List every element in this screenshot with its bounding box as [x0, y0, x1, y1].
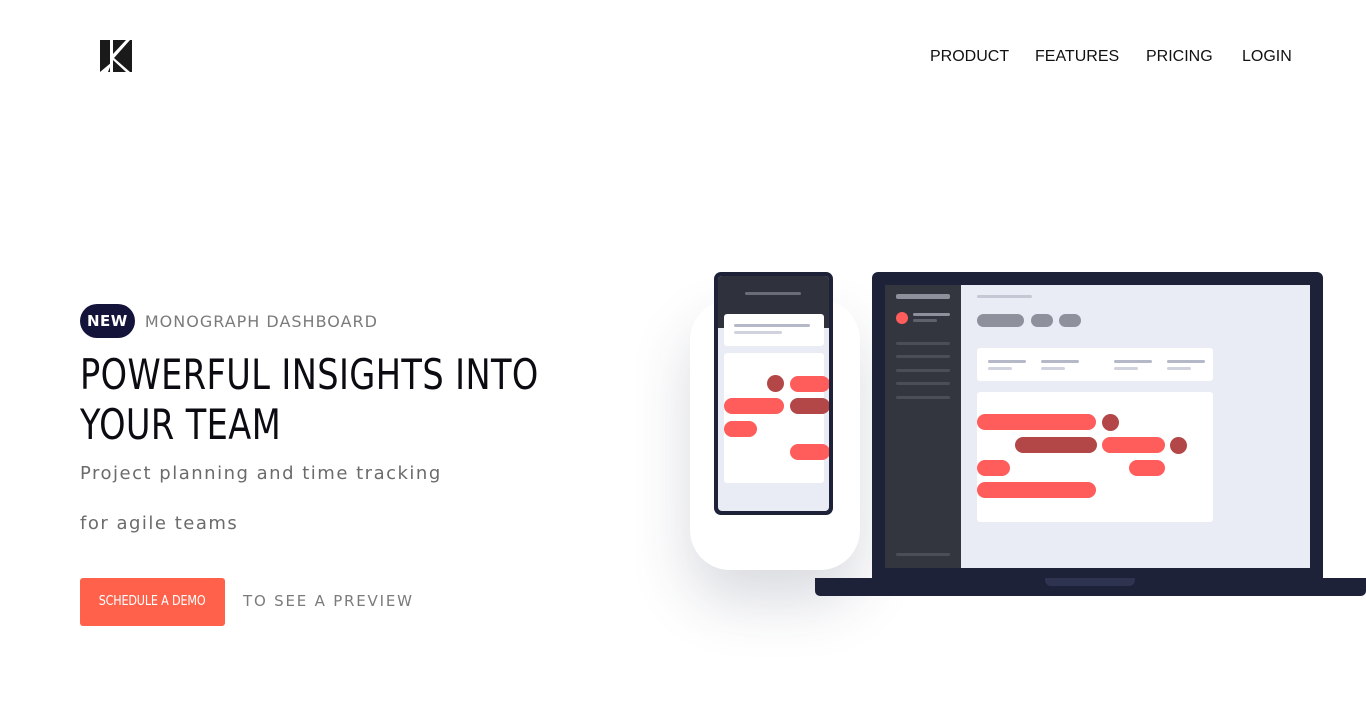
timeline-dot	[1102, 414, 1119, 431]
timeline-dot	[1170, 437, 1187, 454]
timeline-bar	[1015, 437, 1097, 453]
phone-screen	[718, 276, 829, 511]
sidebar-menu-line	[896, 355, 950, 358]
phone-illustration	[714, 272, 833, 515]
nav-login[interactable]: LOGIN	[1242, 48, 1366, 72]
sidebar-menu-line	[896, 369, 950, 372]
phone-timeline-dot	[767, 375, 784, 392]
laptop-trackpad-notch	[1045, 578, 1135, 586]
content-filter-chip	[1031, 314, 1053, 327]
product-eyebrow: MONOGRAPH DASHBOARD	[144, 311, 378, 331]
timeline-bar	[977, 414, 1096, 430]
headline-line-2: YOUR TEAM	[80, 400, 282, 449]
sidebar-menu-line	[896, 342, 950, 345]
schedule-demo-label: SCHEDULE A DEMO	[99, 594, 206, 609]
phone-summary-card	[724, 314, 824, 346]
sidebar-menu-line	[896, 382, 950, 385]
headline-line-1: POWERFUL INSIGHTS INTO	[80, 350, 539, 399]
content-timeline-card	[977, 392, 1213, 522]
new-badge: NEW	[80, 304, 135, 338]
stats-line	[1041, 367, 1065, 370]
phone-card-line	[734, 331, 782, 334]
sidebar-user-line	[913, 313, 950, 316]
timeline-bar	[1129, 460, 1165, 476]
sidebar-menu-line	[896, 396, 950, 399]
phone-timeline-bar	[790, 398, 829, 414]
hero-subtitle-line-1: Project planning and time tracking	[80, 463, 442, 484]
sidebar-footer-line	[896, 553, 950, 556]
stats-line	[1167, 367, 1191, 370]
content-stats-card	[977, 348, 1213, 381]
phone-timeline-bar	[790, 376, 829, 392]
content-filter-chip	[1059, 314, 1081, 327]
stats-line	[1114, 360, 1152, 363]
timeline-bar	[977, 482, 1096, 498]
phone-timeline-bar	[790, 444, 829, 460]
laptop-sidebar	[885, 285, 961, 568]
sidebar-avatar	[896, 312, 908, 324]
laptop-screen	[885, 285, 1310, 568]
phone-timeline-bar	[724, 421, 757, 437]
stats-line	[1114, 367, 1138, 370]
hero-headline: POWERFUL INSIGHTS INTO YOUR TEAM	[80, 350, 539, 450]
preview-caption: TO SEE A PREVIEW	[243, 592, 414, 610]
sidebar-user-line	[913, 319, 937, 322]
stats-line	[988, 360, 1026, 363]
monograph-logo-icon[interactable]	[100, 40, 132, 72]
content-title-line	[977, 295, 1032, 298]
schedule-demo-button[interactable]: SCHEDULE A DEMO	[80, 578, 225, 626]
stats-line	[1167, 360, 1205, 363]
stats-line	[1041, 360, 1079, 363]
content-filter-chip	[977, 314, 1024, 327]
phone-timeline-card	[724, 353, 829, 483]
timeline-bar	[977, 460, 1010, 476]
sidebar-title-bar	[896, 294, 950, 299]
phone-header-bar	[745, 292, 801, 295]
phone-card-line	[734, 324, 810, 327]
hero-subtitle-line-2: for agile teams	[80, 513, 239, 534]
phone-timeline-bar	[724, 398, 784, 414]
stats-line	[988, 367, 1012, 370]
badge-row: NEW MONOGRAPH DASHBOARD	[80, 304, 378, 338]
timeline-bar	[1102, 437, 1165, 453]
